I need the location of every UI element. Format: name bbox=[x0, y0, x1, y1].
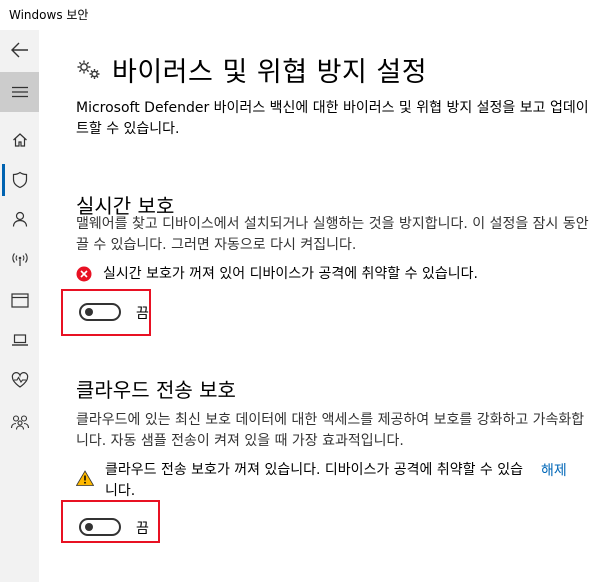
toggle-knob bbox=[85, 308, 93, 316]
sidebar-item-device-health[interactable] bbox=[0, 360, 39, 400]
back-button[interactable] bbox=[0, 30, 39, 70]
toggle-knob bbox=[85, 523, 93, 531]
heart-health-icon bbox=[11, 372, 28, 388]
warning-icon bbox=[76, 470, 94, 486]
home-icon bbox=[12, 133, 27, 147]
cloud-section-description: 클라우드에 있는 최신 보호 데이터에 대한 액세스를 제공하여 보호를 강화하… bbox=[76, 412, 585, 449]
shield-icon bbox=[12, 171, 27, 189]
sidebar bbox=[0, 30, 39, 582]
cloud-warning-text: 클라우드 전송 보호가 꺼져 있습니다. 디바이스가 공격에 취약할 수 있습니… bbox=[105, 462, 524, 499]
realtime-toggle-label: 끔 bbox=[136, 306, 149, 322]
hamburger-menu-icon bbox=[11, 86, 28, 98]
cloud-toggle-highlight: 끔 bbox=[61, 500, 160, 543]
cloud-toggle-switch[interactable] bbox=[79, 518, 121, 536]
cloud-warning: 클라우드 전송 보호가 꺼져 있습니다. 디바이스가 공격에 취약할 수 있습니… bbox=[76, 460, 526, 502]
back-arrow-icon bbox=[10, 42, 28, 58]
cloud-dismiss-link[interactable]: 해제 bbox=[541, 460, 567, 480]
realtime-warning: 실시간 보호가 꺼져 있어 디바이스가 공격에 취약할 수 있습니다. bbox=[76, 264, 478, 285]
realtime-toggle-highlight: 끔 bbox=[61, 289, 151, 336]
main-content: 바이러스 및 위협 방지 설정 Microsoft Defender 바이러스 … bbox=[39, 30, 611, 582]
wireless-icon bbox=[11, 253, 28, 266]
family-icon bbox=[10, 415, 29, 430]
realtime-warning-text: 실시간 보호가 꺼져 있어 디바이스가 공격에 취약할 수 있습니다. bbox=[103, 266, 478, 282]
page-description: Microsoft Defender 바이러스 백신에 대한 바이러스 및 위협… bbox=[76, 100, 589, 137]
sidebar-item-family[interactable] bbox=[0, 402, 39, 442]
sidebar-item-home[interactable] bbox=[0, 120, 39, 160]
active-indicator bbox=[2, 164, 5, 196]
menu-button[interactable] bbox=[0, 72, 39, 112]
browser-window-icon bbox=[10, 292, 29, 308]
laptop-icon bbox=[11, 334, 28, 346]
cloud-section-title: 클라우드 전송 보호 bbox=[76, 378, 236, 402]
page-header: 바이러스 및 위협 방지 설정 bbox=[76, 50, 427, 89]
sidebar-item-virus-protection[interactable] bbox=[0, 160, 39, 200]
person-icon bbox=[12, 211, 27, 227]
error-icon bbox=[76, 266, 92, 282]
realtime-section-description: 맬웨어를 찾고 디바이스에서 설치되거나 실행하는 것을 방지합니다. 이 설정… bbox=[76, 216, 589, 253]
sidebar-item-firewall[interactable] bbox=[0, 239, 39, 279]
sidebar-item-account[interactable] bbox=[0, 199, 39, 239]
cloud-toggle-label: 끔 bbox=[136, 521, 149, 537]
realtime-toggle-switch[interactable] bbox=[79, 303, 121, 321]
sidebar-item-app-browser[interactable] bbox=[0, 280, 39, 320]
page-title: 바이러스 및 위협 방지 설정 bbox=[112, 57, 428, 88]
sidebar-item-device-security[interactable] bbox=[0, 320, 39, 360]
window-title: Windows 보안 bbox=[9, 8, 89, 22]
gears-icon bbox=[77, 60, 100, 79]
